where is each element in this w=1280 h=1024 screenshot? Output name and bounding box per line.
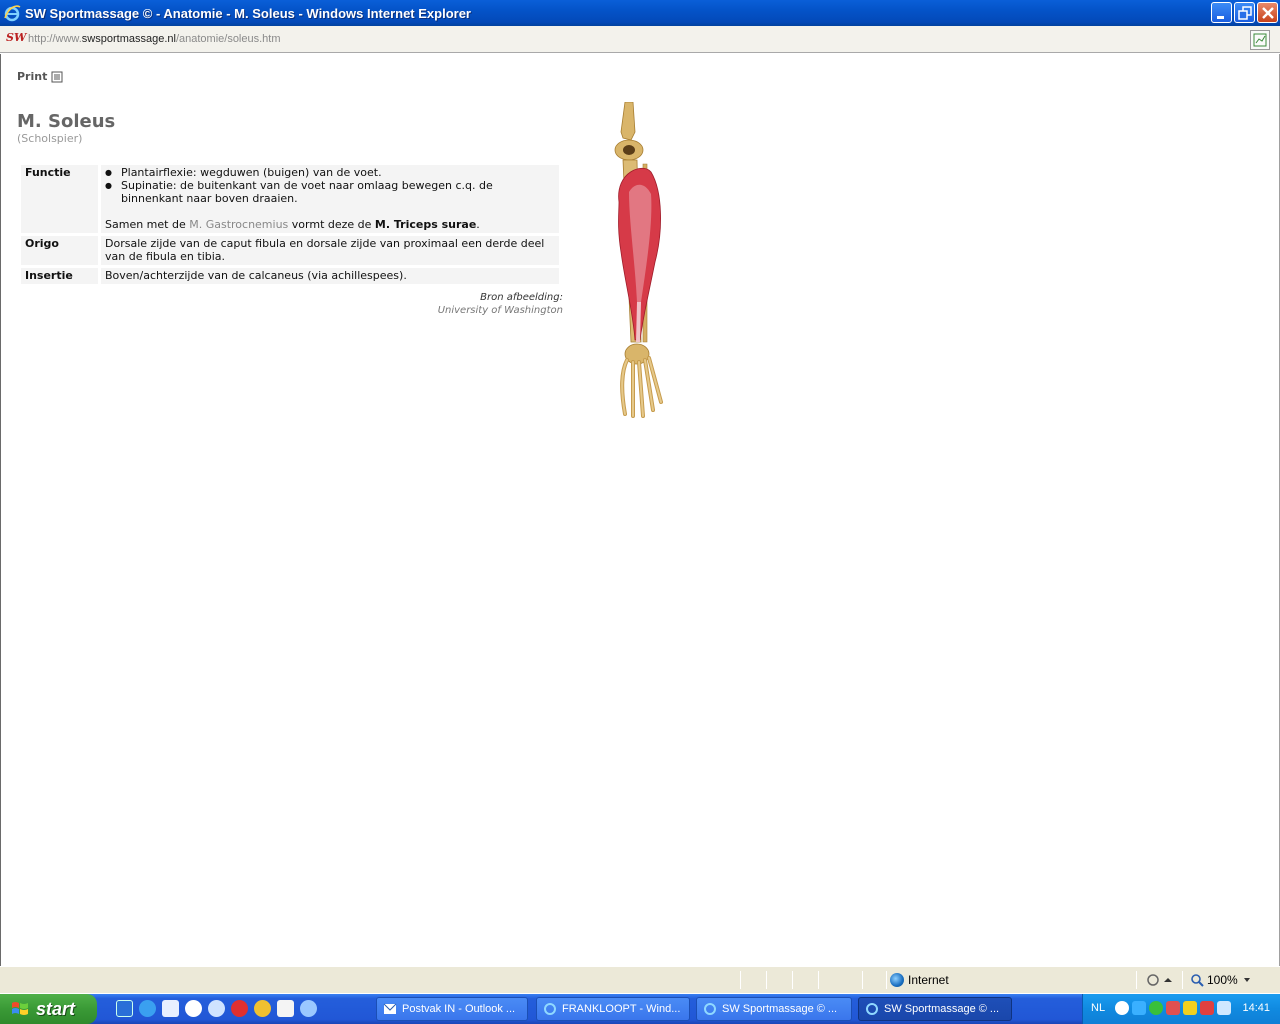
clock: 14:41 [1242,1002,1270,1014]
page-subtitle: (Scholspier) [17,132,83,145]
table-row: Functie Plantairflexie: wegduwen (buigen… [21,165,559,233]
image-source: Bron afbeelding: University of Washingto… [361,291,563,317]
quick-launch [116,1000,317,1017]
app-icon[interactable] [231,1000,248,1017]
network-icon[interactable] [1132,1001,1146,1015]
table-row: Origo Dorsale zijde van de caput fibula … [21,236,559,265]
origo-label: Origo [21,236,101,265]
status-bar: Internet 100% [0,966,1280,993]
gastrocnemius-link[interactable]: M. Gastrocnemius [189,218,288,231]
url-host: swsportmassage.nl [81,33,176,45]
tools-icon[interactable] [1166,1001,1180,1015]
taskbar-item-sw-2[interactable]: SW Sportmassage © ... [858,997,1012,1021]
internet-explorer-icon [866,1003,878,1015]
soleus-anatomy-image [614,102,663,418]
protected-mode-icon[interactable] [1146,973,1176,987]
functie-list: Plantairflexie: wegduwen (buigen) van de… [105,166,555,205]
functie-note: Samen met de M. Gastrocnemius vormt deze… [105,218,555,231]
desktop-icon[interactable] [116,1000,133,1017]
taskbar-item-outlook[interactable]: Postvak IN - Outlook ... [376,997,528,1021]
feed-icon [1253,33,1267,47]
functie-label: Functie [21,165,101,233]
taskbar-item-sw-1[interactable]: SW Sportmassage © ... [696,997,852,1021]
feed-button[interactable] [1250,30,1270,50]
page-content: Print M. Soleus (Scholspier) Functie Pla… [0,54,1280,966]
calculator-icon[interactable] [277,1000,294,1017]
chrome-icon[interactable] [254,1000,271,1017]
url-path: /anatomie/soleus.htm [175,33,281,45]
restore-button[interactable] [1234,2,1255,23]
window-title: SW Sportmassage © - Anatomie - M. Soleus… [25,5,471,21]
internet-explorer-icon[interactable] [139,1000,156,1017]
tray-icons [1115,1001,1231,1015]
minimize-icon [1217,16,1224,19]
messenger-icon[interactable] [1149,1001,1163,1015]
task-label: FRANKLOOPT - Wind... [562,1003,681,1015]
origo-text: Dorsale zijde van de caput fibula en dor… [101,236,559,265]
note-text: Samen met de [105,218,190,231]
close-icon [1262,7,1274,19]
insertie-text: Boven/achterzijde van de calcaneus (via … [101,268,559,284]
list-item: Supinatie: de buitenkant van de voet naa… [105,179,555,205]
print-link[interactable]: Print [17,70,63,83]
restore-icon [1238,6,1252,20]
url-prefix: http://www. [28,33,82,45]
window-controls [1211,2,1278,23]
zoom-control[interactable]: 100% [1190,973,1253,987]
taskbar: start Postvak IN - Outlook ... FRANKLOOP… [0,994,1280,1024]
security-zone[interactable]: Internet [890,973,949,987]
media-player-icon[interactable] [185,1000,202,1017]
zoom-level: 100% [1207,973,1238,987]
site-favicon: SW [6,31,27,44]
triceps-surae-text: M. Triceps surae [374,218,477,231]
note-text: vormt deze de [288,218,375,231]
network-icon[interactable] [300,1000,317,1017]
insertie-label: Insertie [21,268,101,284]
close-button[interactable] [1257,2,1278,23]
shield-icon[interactable] [1183,1001,1197,1015]
minimize-button[interactable] [1211,2,1232,23]
outlook-icon[interactable] [162,1000,179,1017]
globe-icon [890,973,904,987]
zone-label: Internet [908,973,949,987]
outlook-icon [383,1003,397,1014]
taskbar-item-explorer[interactable]: FRANKLOOPT - Wind... [536,997,690,1021]
zoom-icon [1191,974,1204,987]
start-label: start [36,998,76,1019]
source-name: University of Washington [437,305,563,316]
tray-expand-icon[interactable] [1115,1001,1129,1015]
security-icon[interactable] [1200,1001,1214,1015]
task-label: Postvak IN - Outlook ... [402,1003,516,1015]
internet-explorer-icon [704,1003,716,1015]
print-icon [51,71,63,82]
windows-flag-icon [12,1002,28,1015]
chevron-down-icon [1243,978,1250,982]
muscle-info-table: Functie Plantairflexie: wegduwen (buigen… [21,162,559,287]
title-bar[interactable]: SW Sportmassage © - Anatomie - M. Soleus… [0,0,1280,26]
address-bar[interactable]: SW http://www.swsportmassage.nl/anatomie… [0,26,1280,53]
start-button[interactable]: start [0,994,97,1024]
system-tray: NL 14:41 [1082,994,1280,1024]
page-title: M. Soleus [17,111,116,132]
internet-explorer-icon [4,5,21,22]
task-label: SW Sportmassage © ... [722,1003,838,1015]
language-indicator[interactable]: NL [1091,1002,1105,1014]
task-label: SW Sportmassage © ... [884,1003,1000,1015]
list-item: Plantairflexie: wegduwen (buigen) van de… [105,166,555,179]
internet-explorer-icon [544,1003,556,1015]
functie-cell: Plantairflexie: wegduwen (buigen) van de… [101,165,559,233]
print-label: Print [17,70,48,83]
url-text[interactable]: http://www.swsportmassage.nl/anatomie/so… [28,33,281,45]
monitor-icon[interactable] [1217,1001,1231,1015]
note-text: . [476,218,480,231]
table-row: Insertie Boven/achterzijde van de calcan… [21,268,559,284]
messenger-icon[interactable] [208,1000,225,1017]
source-label: Bron afbeelding: [480,292,563,303]
